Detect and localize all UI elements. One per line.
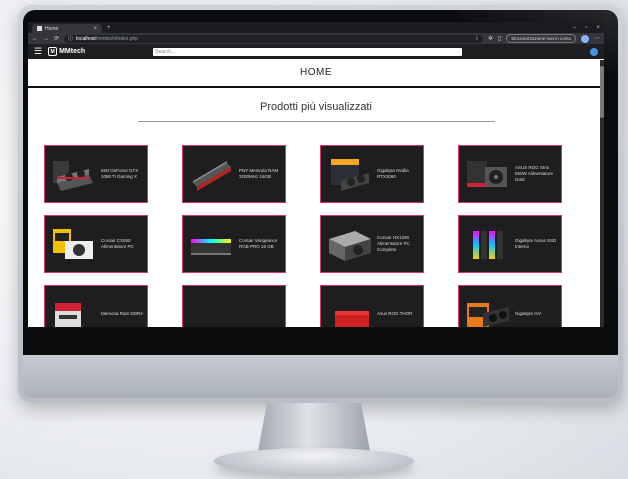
product-grid: MSI GeForce GTX 1080 Ti Gaming X PNY Memo… [44,145,584,327]
back-icon[interactable]: ← [32,36,38,42]
logo-text: MMtech [59,48,86,55]
section-title: Prodotti più visualizzati [260,101,372,113]
user-avatar-icon[interactable] [590,47,598,56]
forward-icon[interactable]: → [43,36,49,42]
tab-close-icon[interactable]: × [93,26,97,32]
hamburger-menu-icon[interactable]: ☰ [34,47,42,56]
extensions-icon[interactable]: ✲ [488,35,493,42]
url-path: /mmtech/index.php [95,35,139,42]
product-card[interactable]: Gigabyte Nvidia RTX3060 [320,145,424,203]
product-image [463,293,511,327]
logo-icon: M [48,47,58,56]
product-card[interactable] [182,285,286,327]
product-image [463,153,511,195]
browser-tab[interactable]: Home × [32,24,102,33]
product-name: Asus ROG THOR [377,310,413,316]
product-name: ASUS ROG Strix 850W Alimentatore Gold [515,164,554,183]
product-name: Corsair HX1200 Alimentatore PC Completo [377,234,410,253]
monitor-base [214,448,414,474]
browser-address-bar: ← → ⟳ ⓘ localhost/mmtech/index.php ⇪ ✲ ▯… [28,33,604,44]
profile-icon[interactable] [581,34,589,43]
monitor-chin [23,355,618,398]
product-image [49,293,97,327]
tab-title: Home [45,25,59,32]
scrollbar-thumb[interactable] [600,66,604,118]
product-name: Gigabyte Aorus SSD Interno [515,237,557,249]
page-title: HOME [28,59,604,88]
tab-favicon-icon [37,26,42,31]
product-name: Corsair CX550 Alimentatore PC [101,237,134,249]
sync-status-button[interactable]: Sincronizzazione non in corso [506,34,576,43]
site-logo[interactable]: M MMtech [48,47,85,56]
product-card[interactable]: MSI GeForce GTX 1080 Ti Gaming X [44,145,148,203]
product-card[interactable]: Memoria Ram DDR4 [44,285,148,327]
product-name: PNY Memoria RAM 3200MHz 16GB [239,167,279,179]
url-host: localhost [76,35,96,42]
info-icon: ⓘ [68,36,74,42]
product-image [187,223,235,265]
page-scrollbar[interactable] [600,60,604,327]
product-card[interactable]: Corsair Vengeance RGB PRO 16 GB [182,215,286,273]
reload-icon[interactable]: ⟳ [54,35,59,42]
product-image [187,293,235,327]
minimize-icon[interactable]: – [573,25,576,31]
share-icon[interactable]: ⇪ [475,36,479,42]
page-content: HOME Prodotti più visualizzati MSI GeFor… [28,59,604,327]
product-name: Gigabyte GV- [515,310,543,316]
product-image [325,153,373,195]
product-card[interactable]: Corsair CX550 Alimentatore PC [44,215,148,273]
scene: Home × + – ▫ × ← → ⟳ ⓘ localhost/mmtech/… [0,0,628,479]
product-name: Memoria Ram DDR4 [101,310,143,316]
maximize-icon[interactable]: ▫ [585,25,587,31]
product-image [463,223,511,265]
product-name: Gigabyte Nvidia RTX3060 [377,167,409,179]
screen: Home × + – ▫ × ← → ⟳ ⓘ localhost/mmtech/… [28,22,604,327]
monitor-stand [258,403,370,451]
product-image [49,153,97,195]
product-card[interactable]: Corsair HX1200 Alimentatore PC Completo [320,215,424,273]
product-image [49,223,97,265]
product-name: Corsair Vengeance RGB PRO 16 GB [239,237,278,249]
product-image [325,293,373,327]
product-card[interactable]: PNY Memoria RAM 3200MHz 16GB [182,145,286,203]
product-card[interactable]: ASUS ROG Strix 850W Alimentatore Gold [458,145,562,203]
search-input[interactable] [153,47,463,56]
window-controls: – ▫ × [573,25,600,31]
product-image [187,153,235,195]
sidebar-icon[interactable]: ▯ [498,35,501,42]
menu-dots-icon[interactable]: ⋯ [594,35,600,42]
product-card[interactable]: Asus ROG THOR [320,285,424,327]
product-card[interactable]: Gigabyte GV- [458,285,562,327]
browser-tabbar: Home × + – ▫ × [28,22,604,33]
new-tab-button[interactable]: + [107,25,111,31]
site-header: ☰ M MMtech [28,44,604,59]
close-window-icon[interactable]: × [596,25,600,31]
product-image [325,223,373,265]
url-input[interactable]: ⓘ localhost/mmtech/index.php ⇪ [64,34,483,43]
product-card[interactable]: Gigabyte Aorus SSD Interno [458,215,562,273]
section-divider [137,121,495,122]
product-name: MSI GeForce GTX 1080 Ti Gaming X [101,167,139,179]
